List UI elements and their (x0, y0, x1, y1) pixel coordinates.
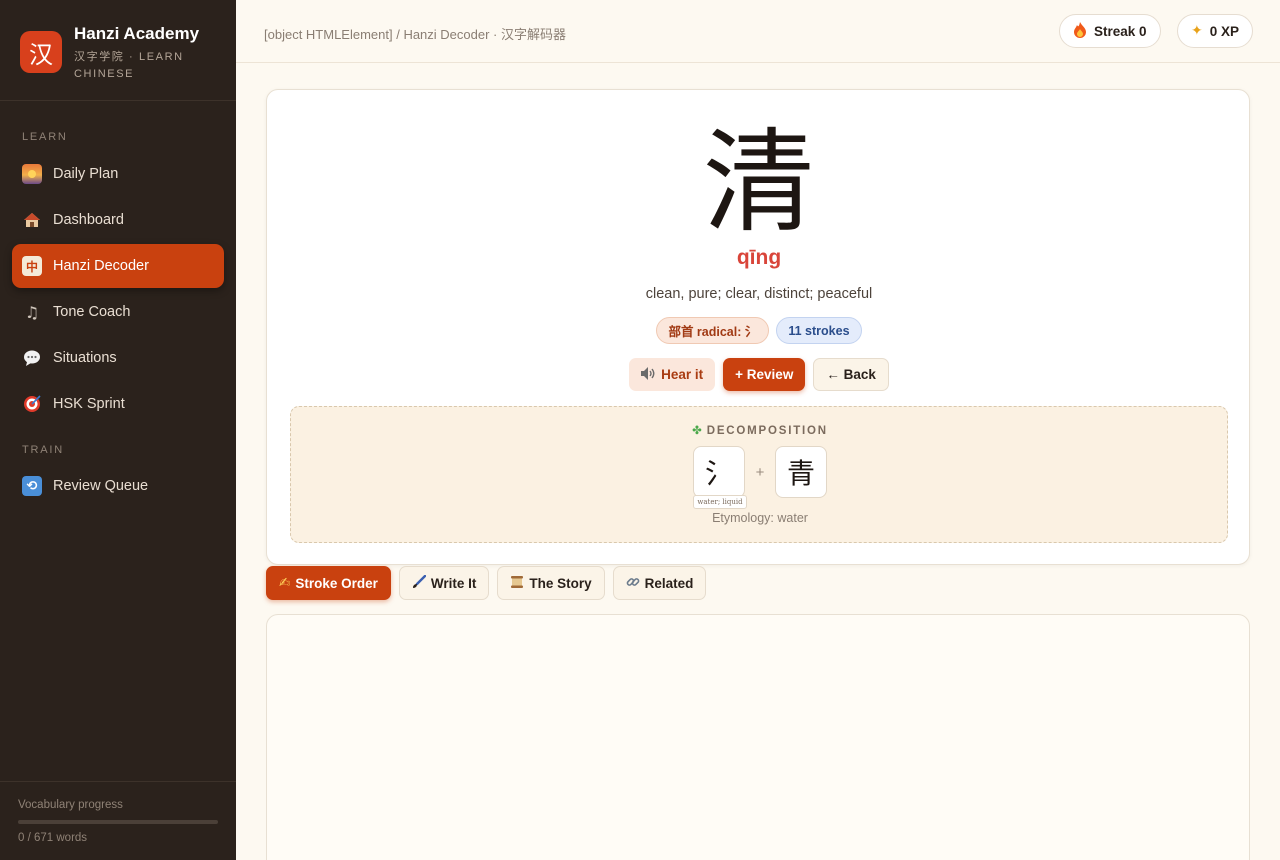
xp-text: 0 XP (1209, 23, 1240, 39)
app-title: Hanzi Academy (74, 24, 200, 43)
vocabulary-progress: Vocabulary progress 0 / 671 words (0, 781, 236, 860)
component-water-radical[interactable]: 氵 water; liquid (693, 446, 747, 509)
repeat-icon: ⟲ (22, 476, 42, 496)
back-button[interactable]: ← Back (813, 358, 889, 391)
sidebar: 汉 Hanzi Academy 汉字学院 · LEARN CHINESE LEA… (0, 0, 236, 860)
link-icon (626, 575, 640, 592)
component-row: 氵 water; liquid + 青 (291, 446, 1229, 509)
mahjong-tile-icon: 中 (22, 256, 42, 276)
target-icon (22, 394, 42, 414)
radical-chip: 部首 radical: 氵 (656, 317, 770, 344)
sunrise-icon (22, 164, 42, 184)
add-review-button[interactable]: + Review (723, 358, 806, 391)
sidebar-item-label: HSK Sprint (53, 396, 125, 412)
hear-it-label: Hear it (661, 367, 704, 382)
component-gloss: water; liquid (693, 495, 747, 509)
progress-label: Vocabulary progress (18, 799, 123, 811)
streak-text: Streak 0 (1094, 23, 1147, 39)
decomposition-title: ✤ DECOMPOSITION (291, 423, 1229, 437)
sidebar-item-label: Dashboard (53, 212, 124, 228)
character-card: 清 qīng clean, pure; clear, distinct; pea… (266, 89, 1250, 565)
tab-label: Write It (430, 575, 477, 591)
sidebar-item-review-queue[interactable]: ⟲ Review Queue (12, 464, 224, 508)
tab-label: The Story (529, 575, 592, 591)
character-actions: Hear it + Review ← Back (267, 358, 1251, 391)
tab-stroke-order[interactable]: ✍ Stroke Order (266, 566, 391, 600)
back-label: ← Back (826, 367, 876, 382)
character-chips: 部首 radical: 氵 11 strokes (267, 317, 1251, 344)
app-subtitle: 汉字学院 · LEARN CHINESE (74, 51, 184, 80)
sidebar-item-hanzi-decoder[interactable]: 中 Hanzi Decoder (12, 244, 224, 288)
sparkle-icon: ✦ (1191, 23, 1203, 39)
puzzle-piece-icon: ✤ (692, 423, 702, 437)
strokes-chip: 11 strokes (776, 317, 862, 344)
progress-count: 0 / 671 words (18, 832, 88, 844)
component-qing[interactable]: 青 (775, 446, 827, 498)
sidebar-item-dashboard[interactable]: Dashboard (12, 198, 224, 242)
app-logo[interactable]: 汉 (20, 31, 62, 73)
speech-bubble-icon (22, 348, 42, 368)
stroke-order-panel (266, 614, 1250, 860)
paintbrush-icon (412, 574, 427, 592)
tab-the-story[interactable]: The Story (497, 566, 605, 600)
hanzi-character: 清 (703, 118, 815, 248)
sidebar-item-tone-coach[interactable]: ♫ Tone Coach (12, 290, 224, 334)
sidebar-item-label: Review Queue (53, 478, 149, 494)
detail-tabs: ✍ Stroke Order Write It The Story Relate… (266, 566, 707, 600)
decomposition-panel: ✤ DECOMPOSITION 氵 water; liquid + 青 Etym… (290, 406, 1228, 543)
progress-bar (18, 820, 218, 824)
hear-it-button[interactable]: Hear it (629, 358, 716, 391)
tab-label: Related (644, 575, 694, 591)
meaning: clean, pure; clear, distinct; peaceful (645, 286, 873, 302)
section-label-learn: LEARN (22, 131, 68, 143)
tab-label: Stroke Order (295, 575, 378, 591)
top-bar: [object HTMLElement] / Hanzi Decoder · 汉… (236, 0, 1280, 63)
component-glyph: 青 (786, 457, 815, 490)
sidebar-item-daily-plan[interactable]: Daily Plan (12, 152, 224, 196)
sidebar-item-situations[interactable]: Situations (12, 336, 224, 380)
section-label-train: TRAIN (22, 444, 64, 456)
streak-badge[interactable]: Streak 0 (1059, 14, 1161, 48)
component-glyph: 氵 (704, 457, 733, 490)
sidebar-item-label: Tone Coach (53, 304, 131, 320)
brand: 汉 Hanzi Academy 汉字学院 · LEARN CHINESE (0, 0, 236, 101)
scroll-icon (510, 575, 524, 592)
etymology: Etymology: water (712, 511, 808, 525)
pinyin: qīng (736, 246, 782, 269)
sidebar-item-label: Daily Plan (53, 166, 119, 182)
component-plus: + (755, 463, 765, 481)
sidebar-item-hsk-sprint[interactable]: HSK Sprint (12, 382, 224, 426)
tab-write-it[interactable]: Write It (398, 566, 490, 600)
breadcrumb: [object HTMLElement] / Hanzi Decoder · 汉… (264, 27, 566, 42)
xp-badge[interactable]: ✦ 0 XP (1177, 14, 1254, 48)
add-review-label: + Review (735, 367, 794, 382)
house-icon (22, 210, 42, 230)
music-note-icon: ♫ (24, 302, 40, 322)
sidebar-item-label: Situations (53, 350, 117, 366)
tab-related[interactable]: Related (612, 566, 707, 600)
fire-icon (1073, 21, 1087, 41)
sidebar-item-label: Hanzi Decoder (53, 258, 149, 274)
writing-hand-icon: ✍ (279, 575, 291, 591)
speaker-icon (641, 366, 656, 383)
decomposition-title-text: DECOMPOSITION (706, 425, 828, 437)
